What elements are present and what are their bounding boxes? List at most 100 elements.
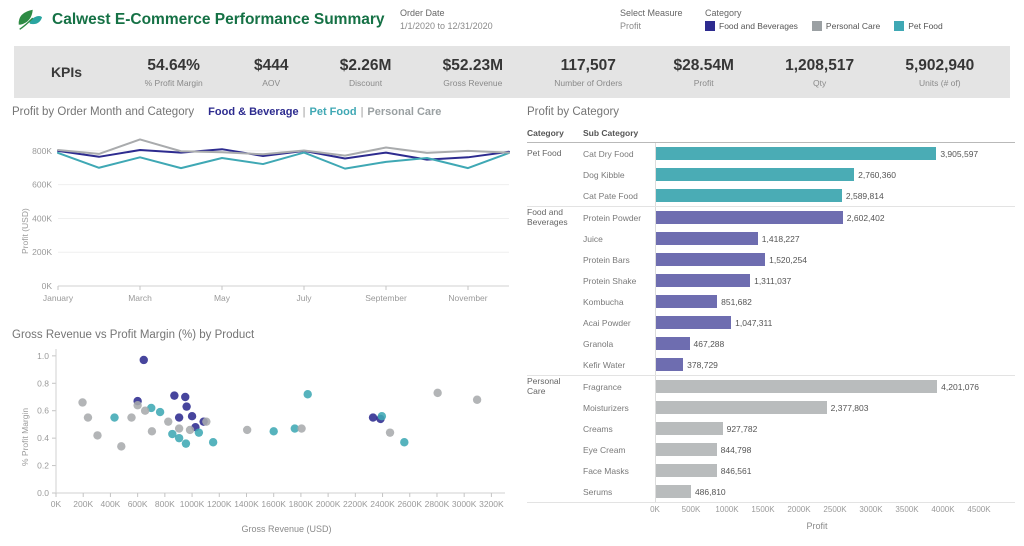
scatter-point-personal-care[interactable] — [117, 442, 125, 450]
y-tick-label: 0.6 — [37, 406, 49, 416]
line-legend-personal-care[interactable]: Personal Care — [367, 106, 441, 118]
legend-item-food-and-beverages[interactable]: Food and Beverages — [705, 21, 798, 31]
bar-value-label: 2,377,803 — [831, 403, 869, 413]
scatter-point-food---beverage[interactable] — [170, 391, 178, 399]
x-tick-label: 1400K — [234, 499, 259, 509]
x-tick-label: 2000K — [316, 499, 341, 509]
bar-axis-tick-label: 2500K — [823, 505, 846, 514]
bar-axis-tick-label: 3000K — [859, 505, 882, 514]
x-tick-label: 3000K — [452, 499, 477, 509]
bar-chart-header-row: Category Sub Category — [527, 128, 1015, 143]
scatter-point-personal-care[interactable] — [473, 396, 481, 404]
scatter-point-personal-care[interactable] — [127, 413, 135, 421]
line-chart-legend: Food & Beverage|Pet Food|Personal Care — [208, 106, 441, 118]
legend-label: Food and Beverages — [719, 21, 798, 31]
subcategory-label: Protein Shake — [583, 276, 655, 286]
scatter-point-personal-care[interactable] — [243, 426, 251, 434]
subcategory-label: Cat Pate Food — [583, 191, 655, 201]
bar-acai-powder[interactable] — [656, 316, 731, 329]
bar-protein-shake[interactable] — [656, 274, 750, 287]
scatter-point-personal-care[interactable] — [93, 431, 101, 439]
bar-dog-kibble[interactable] — [656, 168, 854, 181]
scatter-point-pet-food[interactable] — [400, 438, 408, 446]
bar-fragrance[interactable] — [656, 380, 937, 393]
legend-item-pet-food[interactable]: Pet Food — [894, 21, 943, 31]
select-measure-control[interactable]: Select Measure Profit — [620, 8, 683, 31]
scatter-point-food---beverage[interactable] — [181, 393, 189, 401]
x-tick-label: July — [296, 293, 312, 303]
scatter-point-personal-care[interactable] — [84, 413, 92, 421]
x-tick-label: 1600K — [261, 499, 286, 509]
bar-value-label: 2,760,360 — [858, 170, 896, 180]
scatter-point-food---beverage[interactable] — [140, 356, 148, 364]
x-tick-label: March — [128, 293, 152, 303]
bar-track: 927,782 — [655, 418, 979, 439]
bar-protein-powder[interactable] — [656, 211, 843, 224]
bar-eye-cream[interactable] — [656, 443, 717, 456]
scatter-point-personal-care[interactable] — [78, 398, 86, 406]
bar-axis-tick-label: 3500K — [895, 505, 918, 514]
bar-juice[interactable] — [656, 232, 758, 245]
scatter-point-food---beverage[interactable] — [182, 402, 190, 410]
bar-value-label: 467,288 — [694, 339, 725, 349]
bar-kefir-water[interactable] — [656, 358, 683, 371]
x-tick-label: 3200K — [479, 499, 504, 509]
scatter-point-personal-care[interactable] — [433, 389, 441, 397]
kpi-item: 117,507Number of Orders — [554, 57, 622, 88]
scatter-point-pet-food[interactable] — [182, 439, 190, 447]
bar-axis-tick-label: 2000K — [787, 505, 810, 514]
bar-row: Food and BeveragesProtein Powder2,602,40… — [527, 207, 1015, 228]
scatter-point-personal-care[interactable] — [148, 427, 156, 435]
scatter-point-pet-food[interactable] — [156, 408, 164, 416]
scatter-point-pet-food[interactable] — [304, 390, 312, 398]
scatter-point-pet-food[interactable] — [269, 427, 277, 435]
legend-separator: | — [299, 106, 310, 118]
order-date-value[interactable]: 1/1/2020 to 12/31/2020 — [400, 21, 493, 31]
scatter-point-pet-food[interactable] — [195, 428, 203, 436]
scatter-point-personal-care[interactable] — [297, 424, 305, 432]
bar-serums[interactable] — [656, 485, 691, 498]
scatter-point-personal-care[interactable] — [141, 407, 149, 415]
bar-kombucha[interactable] — [656, 295, 717, 308]
bar-track: 378,729 — [655, 354, 979, 375]
bar-face-masks[interactable] — [656, 464, 717, 477]
scatter-point-pet-food[interactable] — [209, 438, 217, 446]
x-tick-label: November — [448, 293, 487, 303]
bar-moisturizers[interactable] — [656, 401, 827, 414]
scatter-point-pet-food[interactable] — [110, 413, 118, 421]
y-tick-label: 1.0 — [37, 351, 49, 361]
y-tick-label: 0K — [42, 281, 53, 291]
scatter-point-personal-care[interactable] — [386, 428, 394, 436]
select-measure-value[interactable]: Profit — [620, 21, 683, 31]
line-series-pet-food[interactable] — [58, 153, 509, 169]
scatter-point-food---beverage[interactable] — [369, 413, 377, 421]
kpi-value: $2.26M — [340, 57, 392, 75]
bar-row: Eye Cream844,798 — [527, 439, 1015, 460]
line-legend-food---beverage[interactable]: Food & Beverage — [208, 106, 298, 118]
scatter-point-personal-care[interactable] — [175, 424, 183, 432]
bar-creams[interactable] — [656, 422, 723, 435]
bar-granola[interactable] — [656, 337, 690, 350]
kpi-item: 5,902,940Units (# of) — [905, 57, 974, 88]
scatter-point-personal-care[interactable] — [186, 426, 194, 434]
bar-row: Kombucha851,682 — [527, 291, 1015, 312]
legend-item-personal-care[interactable]: Personal Care — [812, 21, 880, 31]
bar-group-food-and-beverages: Food and BeveragesProtein Powder2,602,40… — [527, 207, 1015, 376]
kpi-caption: Units (# of) — [905, 78, 974, 88]
scatter-point-pet-food[interactable] — [175, 434, 183, 442]
bar-cat-dry-food[interactable] — [656, 147, 936, 160]
scatter-point-personal-care[interactable] — [164, 417, 172, 425]
line-legend-pet-food[interactable]: Pet Food — [310, 106, 357, 118]
kpi-item: 54.64%% Profit Margin — [145, 57, 203, 88]
scatter-point-food---beverage[interactable] — [188, 412, 196, 420]
bar-protein-bars[interactable] — [656, 253, 765, 266]
page-title: Calwest E-Commerce Performance Summary — [52, 11, 385, 29]
y-tick-label: 0.2 — [37, 461, 49, 471]
bar-cat-pate-food[interactable] — [656, 189, 842, 202]
scatter-point-pet-food[interactable] — [378, 412, 386, 420]
scatter-point-food---beverage[interactable] — [175, 413, 183, 421]
order-date-filter[interactable]: Order Date 1/1/2020 to 12/31/2020 — [400, 8, 493, 31]
scatter-point-personal-care[interactable] — [133, 401, 141, 409]
bar-row: Cat Pate Food2,589,814 — [527, 185, 1015, 206]
scatter-point-personal-care[interactable] — [202, 417, 210, 425]
